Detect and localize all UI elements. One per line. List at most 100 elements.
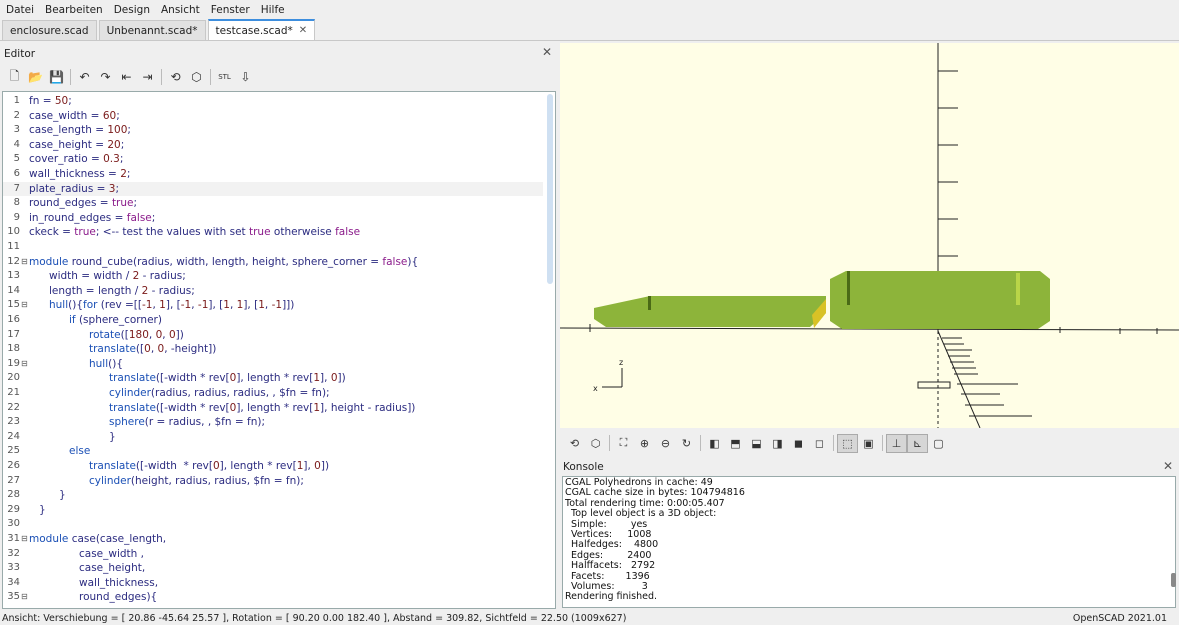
perspective-icon[interactable]: ⬚ bbox=[837, 433, 858, 453]
send-to-printer-icon[interactable]: ⇩ bbox=[235, 67, 256, 87]
code-line[interactable]: 8 round_edges = true; bbox=[3, 196, 543, 211]
code-token: 0.3 bbox=[103, 153, 120, 166]
show-edges-icon[interactable]: ▢ bbox=[928, 434, 949, 453]
code-line[interactable]: 24} bbox=[3, 430, 543, 445]
code-line[interactable]: 34 wall_thickness, bbox=[3, 576, 543, 591]
undo-icon[interactable]: ↶ bbox=[74, 67, 95, 87]
code-text: case_width , bbox=[79, 547, 144, 562]
code-token: 20 bbox=[107, 138, 121, 151]
code-line[interactable]: 28} bbox=[3, 488, 543, 503]
code-line[interactable]: 10 ckeck = true; <-- test the values with… bbox=[3, 225, 543, 240]
code-line[interactable]: 9 in_round_edges = false; bbox=[3, 211, 543, 226]
line-number: 8 bbox=[13, 197, 20, 209]
render-icon[interactable]: ⬡ bbox=[186, 67, 207, 87]
code-line[interactable]: 14 length = length / 2 - radius; bbox=[3, 284, 543, 299]
code-line[interactable]: 23 sphere(r = radius, , $fn = fn); bbox=[3, 415, 543, 430]
reset-view-icon[interactable]: ↻ bbox=[676, 434, 697, 453]
code-line[interactable]: 1 fn = 50; bbox=[3, 94, 543, 109]
code-line[interactable]: 3 case_length = 100; bbox=[3, 123, 543, 138]
unindent-icon[interactable]: ⇤ bbox=[116, 67, 137, 87]
fold-toggle-icon[interactable]: ⊟ bbox=[21, 357, 28, 372]
editor-close-icon[interactable]: ✕ bbox=[542, 45, 552, 59]
menu-ansicht[interactable]: Ansicht bbox=[157, 4, 204, 16]
code-line[interactable]: 25 else bbox=[3, 444, 543, 459]
fold-toggle-icon[interactable]: ⊟ bbox=[21, 255, 28, 270]
show-axes-icon[interactable]: ⊥ bbox=[886, 433, 907, 453]
fold-toggle-icon[interactable]: ⊟ bbox=[21, 532, 28, 547]
code-token: } bbox=[59, 489, 66, 502]
editor-scrollbar[interactable] bbox=[547, 94, 553, 284]
console-line: Top level object is a 3D object: bbox=[565, 508, 717, 520]
open-file-icon[interactable]: 📂 bbox=[25, 67, 46, 87]
zoom-in-icon[interactable]: ⊕ bbox=[634, 434, 655, 453]
render-icon[interactable]: ⬡ bbox=[585, 434, 606, 453]
file-tab[interactable]: enclosure.scad bbox=[2, 20, 97, 40]
menu-fenster[interactable]: Fenster bbox=[207, 4, 254, 16]
code-line[interactable]: 2 case_width = 60; bbox=[3, 109, 543, 124]
view-right-icon[interactable]: ◧ bbox=[704, 434, 725, 453]
code-token: ], [ bbox=[165, 299, 181, 312]
code-line[interactable]: 29} bbox=[3, 503, 543, 518]
new-file-icon[interactable]: 🗋 bbox=[4, 67, 25, 87]
zoom-out-icon[interactable]: ⊖ bbox=[655, 434, 676, 453]
code-line[interactable]: 31 ⊟ module case(case_length, bbox=[3, 532, 543, 547]
view-front-icon[interactable]: ◼ bbox=[788, 434, 809, 453]
code-line[interactable]: 16 if (sphere_corner) bbox=[3, 313, 543, 328]
fold-toggle-icon[interactable]: ⊟ bbox=[21, 590, 28, 605]
code-line[interactable]: 33 case_height, bbox=[3, 561, 543, 576]
line-number: 1 bbox=[13, 95, 20, 106]
preview-icon[interactable]: ⟲ bbox=[165, 67, 186, 87]
code-line[interactable]: 13 width = width / 2 - radius; bbox=[3, 269, 543, 284]
code-text: hull(){for (rev =[[-1, 1], [-1, -1], [1,… bbox=[49, 298, 294, 313]
code-token: translate bbox=[89, 343, 136, 356]
menu-design[interactable]: Design bbox=[110, 4, 154, 16]
file-tab[interactable]: Unbenannt.scad* bbox=[98, 20, 206, 40]
redo-icon[interactable]: ↷ bbox=[95, 67, 116, 87]
code-line[interactable]: 35 ⊟ round_edges){ bbox=[3, 590, 543, 605]
file-tab[interactable]: testcase.scad* ✕ bbox=[207, 19, 316, 40]
fold-toggle-icon[interactable]: ⊟ bbox=[21, 298, 28, 313]
code-line[interactable]: 19 ⊟ hull(){ bbox=[3, 357, 543, 372]
code-line[interactable]: 22 translate([-width * rev[0], length * r… bbox=[3, 401, 543, 416]
view-all-icon[interactable]: ⛶ bbox=[613, 434, 634, 453]
tab-close-icon[interactable]: ✕ bbox=[299, 25, 307, 36]
code-line[interactable]: 21 cylinder(radius, radius, radius, , $fn… bbox=[3, 386, 543, 401]
code-line[interactable]: 17 rotate([180, 0, 0]) bbox=[3, 328, 543, 343]
export-stl-icon[interactable]: STL bbox=[214, 67, 235, 87]
code-text: cover_ratio = 0.3; bbox=[29, 152, 123, 167]
menu-hilfe[interactable]: Hilfe bbox=[257, 4, 289, 16]
code-line[interactable]: 11 bbox=[3, 240, 543, 255]
code-token: ; bbox=[68, 95, 72, 107]
preview-icon[interactable]: ⟲ bbox=[564, 434, 585, 453]
toolbar-separator bbox=[833, 435, 834, 451]
code-token: false bbox=[126, 211, 152, 224]
console-scrollbar[interactable] bbox=[1171, 573, 1176, 587]
view-left-icon[interactable]: ◨ bbox=[767, 434, 788, 453]
view-top-icon[interactable]: ⬒ bbox=[725, 434, 746, 453]
view-back-icon[interactable]: ◻ bbox=[809, 434, 830, 453]
code-line[interactable]: 6 wall_thickness = 2; bbox=[3, 167, 543, 182]
code-line[interactable]: 27 cylinder(height, radius, radius, $fn =… bbox=[3, 474, 543, 489]
code-line[interactable]: 20 translate([-width * rev[0], length * r… bbox=[3, 371, 543, 386]
menu-bearbeiten[interactable]: Bearbeiten bbox=[41, 4, 107, 16]
code-line[interactable]: 12 ⊟ module round_cube(radius, width, leng… bbox=[3, 255, 543, 270]
code-line[interactable]: 5 cover_ratio = 0.3; bbox=[3, 152, 543, 167]
code-line[interactable]: 32 case_width , bbox=[3, 547, 543, 562]
view-bottom-icon[interactable]: ⬓ bbox=[746, 434, 767, 453]
code-line[interactable]: 7 plate_radius = 3; bbox=[3, 181, 543, 197]
code-line[interactable]: 4 case_height = 20; bbox=[3, 138, 543, 153]
indent-icon[interactable]: ⇥ bbox=[137, 67, 158, 87]
code-line[interactable]: 30 bbox=[3, 517, 543, 532]
console-close-icon[interactable]: ✕ bbox=[1163, 459, 1173, 473]
show-scale-icon[interactable]: ⊾ bbox=[907, 433, 928, 453]
orthogonal-icon[interactable]: ▣ bbox=[858, 434, 879, 453]
code-line[interactable]: 15 ⊟ hull(){for (rev =[[-1, 1], [-1, -1], … bbox=[3, 298, 543, 313]
save-icon[interactable]: 💾 bbox=[46, 67, 67, 87]
3d-viewport[interactable]: z x bbox=[560, 43, 1179, 428]
code-editor[interactable]: 1 fn = 50; 2 case_width = 60; 3 case_length =… bbox=[2, 91, 556, 609]
code-line[interactable]: 18 translate([0, 0, -height]) bbox=[3, 342, 543, 357]
code-line[interactable]: 26 translate([-width * rev[0], length * r… bbox=[3, 459, 543, 474]
axis-label-x: x bbox=[593, 384, 598, 393]
menu-datei[interactable]: Datei bbox=[2, 4, 38, 16]
console-line: Halfedges: 4800 bbox=[565, 539, 659, 551]
